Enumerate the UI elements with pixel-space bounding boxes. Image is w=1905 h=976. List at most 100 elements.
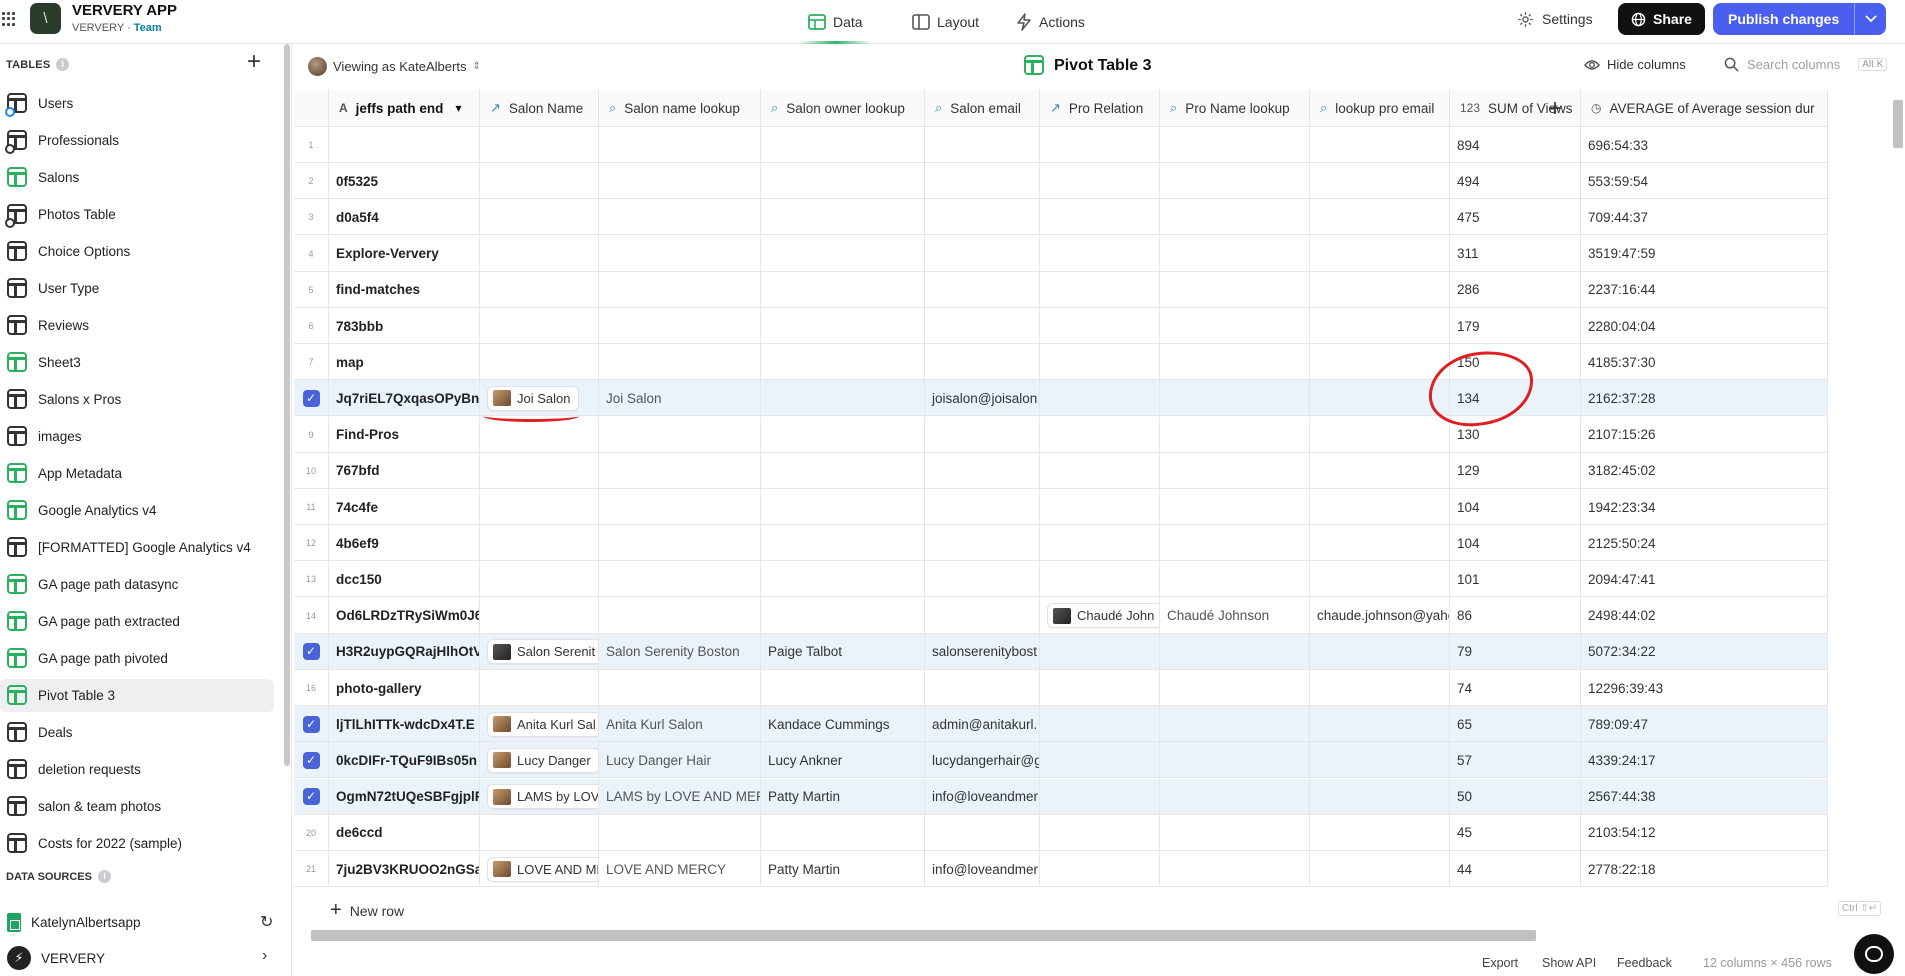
salon-name-lookup-cell[interactable] xyxy=(599,814,761,851)
avg-session-cell[interactable]: 789:09:47 xyxy=(1581,706,1828,743)
pro-name-cell[interactable] xyxy=(1160,489,1310,525)
salon-email-cell[interactable] xyxy=(925,163,1040,200)
row-checkbox[interactable]: ✓ xyxy=(294,380,329,417)
salon-name-lookup-cell[interactable] xyxy=(599,163,761,200)
salon-name-cell[interactable] xyxy=(480,452,599,489)
salon-name-lookup-cell[interactable] xyxy=(599,344,761,381)
row-number[interactable]: 10 xyxy=(294,452,329,489)
sidebar-item-reviews[interactable]: Reviews xyxy=(0,309,274,342)
salon-name-cell[interactable] xyxy=(480,561,599,598)
pro-name-cell[interactable] xyxy=(1160,199,1310,236)
horizontal-scrollbar[interactable] xyxy=(311,930,1536,941)
salon-name-cell[interactable] xyxy=(480,127,599,163)
pro-email-cell[interactable] xyxy=(1310,489,1450,525)
export-link[interactable]: Export xyxy=(1482,956,1518,970)
pro-name-cell[interactable] xyxy=(1160,127,1310,163)
row-checkbox[interactable]: ✓ xyxy=(294,706,329,743)
salon-email-cell[interactable] xyxy=(925,525,1040,562)
path-cell[interactable] xyxy=(329,127,480,163)
salon-owner-cell[interactable] xyxy=(761,380,925,417)
row-number[interactable]: 20 xyxy=(294,814,329,851)
views-cell[interactable]: 894 xyxy=(1450,127,1581,163)
salon-name-lookup-cell[interactable]: Anita Kurl Salon xyxy=(599,706,761,743)
salon-owner-cell[interactable] xyxy=(761,561,925,598)
table-row[interactable]: 4 Explore-Ververy 311 3519:47:59 xyxy=(294,235,1828,272)
pro-email-cell[interactable] xyxy=(1310,851,1450,887)
table-row[interactable]: 9 Find-Pros 130 2107:15:26 xyxy=(294,416,1828,453)
path-cell[interactable]: Explore-Ververy xyxy=(329,235,480,272)
salon-name-cell[interactable] xyxy=(480,235,599,272)
pro-name-cell[interactable] xyxy=(1160,814,1310,851)
pro-name-cell[interactable]: Chaudé Johnson xyxy=(1160,597,1310,634)
salon-name-lookup-cell[interactable]: LAMS by LOVE AND MEF xyxy=(599,778,761,815)
salon-owner-cell[interactable] xyxy=(761,525,925,562)
salon-name-cell[interactable] xyxy=(480,199,599,236)
salon-email-cell[interactable] xyxy=(925,127,1040,163)
pro-relation-cell[interactable] xyxy=(1040,380,1160,417)
salon-owner-cell[interactable] xyxy=(761,670,925,706)
sidebar-item-ga-page-path-pivoted[interactable]: GA page path pivoted xyxy=(0,642,274,675)
salon-name-cell[interactable] xyxy=(480,308,599,344)
pro-name-cell[interactable] xyxy=(1160,742,1310,779)
salon-name-lookup-cell[interactable] xyxy=(599,308,761,344)
views-cell[interactable]: 65 xyxy=(1450,706,1581,743)
chat-support-button[interactable] xyxy=(1854,934,1894,974)
avg-session-cell[interactable]: 12296:39:43 xyxy=(1581,670,1828,706)
column-header-pro-name-lookup[interactable]: ⌕ Pro Name lookup xyxy=(1160,90,1310,127)
row-number[interactable]: 16 xyxy=(294,670,329,706)
salon-email-cell[interactable]: info@loveandmer xyxy=(925,851,1040,887)
pro-name-cell[interactable] xyxy=(1160,271,1310,308)
pro-email-cell[interactable]: chaude.johnson@yahc xyxy=(1310,597,1450,634)
salon-name-lookup-cell[interactable] xyxy=(599,235,761,272)
salon-owner-cell[interactable] xyxy=(761,163,925,200)
pro-relation-cell[interactable] xyxy=(1040,525,1160,562)
show-api-link[interactable]: Show API xyxy=(1542,956,1596,970)
path-cell[interactable]: d0a5f4 xyxy=(329,199,480,236)
salon-name-cell[interactable]: LAMS by LOV xyxy=(480,778,599,815)
path-cell[interactable]: 0f5325 xyxy=(329,163,480,200)
app-logo[interactable]: \ xyxy=(30,3,61,34)
sidebar-item-salons[interactable]: Salons xyxy=(0,161,274,194)
salon-name-lookup-cell[interactable] xyxy=(599,489,761,525)
data-source-ververy[interactable]: ⚡ VERVERY xyxy=(7,943,281,973)
salon-name-cell[interactable]: LOVE AND ME xyxy=(480,851,599,887)
salon-email-cell[interactable] xyxy=(925,561,1040,598)
salon-name-cell[interactable] xyxy=(480,271,599,308)
pro-email-cell[interactable] xyxy=(1310,416,1450,453)
path-cell[interactable]: map xyxy=(329,344,480,381)
sidebar-item-users[interactable]: Users xyxy=(0,87,274,120)
avg-session-cell[interactable]: 709:44:37 xyxy=(1581,199,1828,236)
pro-email-cell[interactable] xyxy=(1310,308,1450,344)
row-number[interactable]: 2 xyxy=(294,163,329,200)
salon-name-lookup-cell[interactable] xyxy=(599,561,761,598)
avg-session-cell[interactable]: 2107:15:26 xyxy=(1581,416,1828,453)
salon-relation-chip[interactable]: Joi Salon xyxy=(487,385,580,411)
sidebar-scrollbar[interactable] xyxy=(284,44,290,766)
viewing-as-selector[interactable]: Viewing as KateAlberts ⇕ xyxy=(308,57,481,76)
salon-owner-cell[interactable] xyxy=(761,489,925,525)
avg-session-cell[interactable]: 2778:22:18 xyxy=(1581,851,1828,887)
path-cell[interactable]: photo-gallery xyxy=(329,670,480,706)
table-row[interactable]: 14 Od6LRDzTRySiWm0J6 Chaudé John Chaudé Joh… xyxy=(294,597,1828,634)
pro-name-cell[interactable] xyxy=(1160,525,1310,562)
pro-name-cell[interactable] xyxy=(1160,706,1310,743)
salon-owner-cell[interactable] xyxy=(761,452,925,489)
views-cell[interactable]: 79 xyxy=(1450,633,1581,670)
salon-name-cell[interactable] xyxy=(480,344,599,381)
salon-name-cell[interactable]: Anita Kurl Sal xyxy=(480,706,599,743)
row-checkbox[interactable]: ✓ xyxy=(294,778,329,815)
pro-name-cell[interactable] xyxy=(1160,633,1310,670)
views-cell[interactable]: 104 xyxy=(1450,489,1581,525)
views-cell[interactable]: 50 xyxy=(1450,778,1581,815)
pro-relation-cell[interactable] xyxy=(1040,778,1160,815)
salon-relation-chip[interactable]: Anita Kurl Sal xyxy=(487,711,598,737)
avg-session-cell[interactable]: 3519:47:59 xyxy=(1581,235,1828,272)
column-header-salon-owner-lookup[interactable]: ⌕ Salon owner lookup xyxy=(761,90,925,127)
salon-name-lookup-cell[interactable] xyxy=(599,597,761,634)
salon-owner-cell[interactable] xyxy=(761,344,925,381)
salon-name-lookup-cell[interactable] xyxy=(599,525,761,562)
path-cell[interactable]: find-matches xyxy=(329,271,480,308)
salon-owner-cell[interactable]: Paige Talbot xyxy=(761,633,925,670)
pro-relation-cell[interactable] xyxy=(1040,851,1160,887)
salon-owner-cell[interactable] xyxy=(761,597,925,634)
